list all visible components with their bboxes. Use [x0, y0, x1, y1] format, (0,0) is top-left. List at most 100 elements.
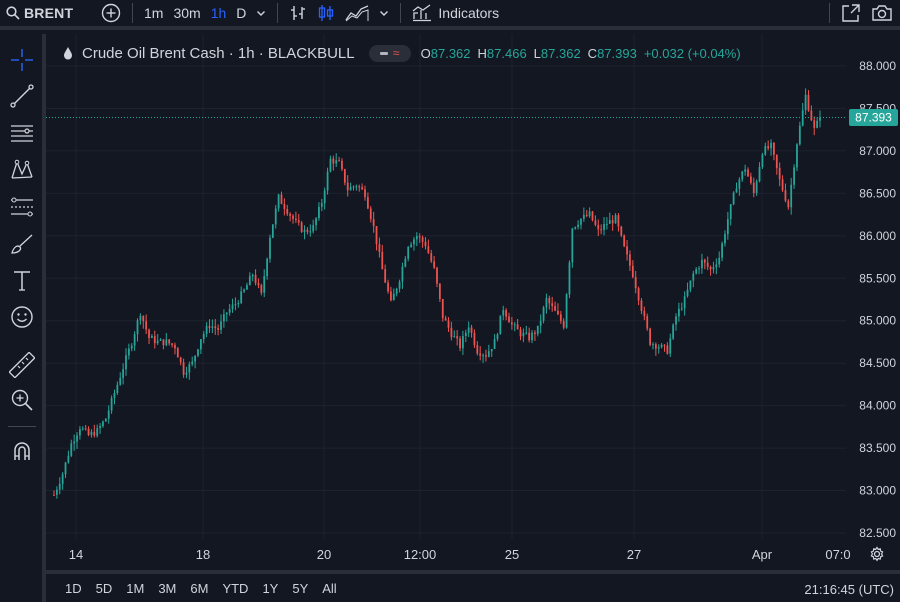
candle-body [453, 336, 456, 338]
y-tick-label: 84.000 [859, 399, 896, 413]
candle-body [165, 339, 168, 346]
range-1y[interactable]: 1Y [255, 581, 285, 596]
candle-body [715, 264, 718, 268]
candle-body [171, 343, 173, 345]
candle-body [358, 186, 361, 188]
candle-body [652, 344, 654, 346]
candle-body [701, 259, 703, 269]
candle-body [476, 345, 479, 354]
candle-body [99, 426, 101, 429]
candle-body [706, 262, 709, 267]
magnet-tool[interactable] [6, 435, 38, 467]
candle-body [784, 190, 787, 201]
pattern-tool[interactable] [6, 154, 38, 186]
forecast-tool[interactable] [6, 191, 38, 223]
utc-clock[interactable]: 21:16:45 (UTC) [804, 582, 894, 597]
x-tick-label: 25 [505, 547, 519, 562]
range-5d[interactable]: 5D [89, 581, 120, 596]
horizontal-lines-tool[interactable] [6, 117, 38, 149]
range-1m[interactable]: 1M [119, 581, 151, 596]
candle-body [758, 166, 761, 182]
time-axis[interactable]: 14 18 20 12:00 25 27 Apr 07:0 [69, 547, 851, 562]
ruler-icon [9, 352, 35, 378]
open-value: 87.362 [430, 45, 471, 61]
candle-style-button[interactable] [312, 0, 340, 26]
candle-body [64, 462, 67, 475]
range-3m[interactable]: 3M [151, 581, 183, 596]
snapshot-button[interactable] [866, 0, 898, 26]
candle-body [585, 214, 588, 216]
area-style-button[interactable] [340, 0, 374, 26]
candle-body [600, 229, 603, 231]
candle-body [755, 181, 758, 194]
candle-body [136, 320, 139, 335]
candle-body [744, 169, 747, 172]
indicators-button[interactable]: Indicators [407, 0, 504, 26]
candle-body [271, 224, 274, 238]
candle-body [130, 345, 133, 349]
change-value: +0.032 (+0.04%) [643, 45, 741, 61]
candle-body [519, 329, 522, 337]
camera-icon [872, 5, 892, 21]
candle-body [93, 431, 96, 436]
candle-body [525, 332, 528, 334]
candle-body [775, 154, 778, 168]
interval-dropdown[interactable] [251, 0, 271, 26]
range-all[interactable]: All [315, 581, 343, 596]
candle-body [188, 364, 191, 373]
range-5y[interactable]: 5Y [285, 581, 315, 596]
candle-body [703, 259, 706, 263]
candle-body [341, 160, 343, 170]
bar-style-button[interactable] [284, 0, 312, 26]
candle-body [709, 266, 712, 270]
crosshair-tool[interactable] [6, 44, 38, 76]
candle-body [280, 194, 283, 204]
zoom-tool[interactable] [6, 384, 38, 416]
candle-body [510, 322, 513, 325]
interval-30m[interactable]: 30m [168, 0, 205, 26]
candle-body [366, 197, 369, 209]
candle-body [721, 243, 723, 258]
fullscreen-button[interactable] [836, 0, 866, 26]
candle-body [479, 353, 482, 356]
candle-body [459, 338, 461, 349]
candle-body [335, 160, 338, 164]
candle-body [816, 120, 819, 128]
candle-body [729, 204, 732, 220]
chart-type-dropdown[interactable] [374, 0, 394, 26]
range-ytd[interactable]: YTD [215, 581, 255, 596]
legend-toggle[interactable]: ≈ [368, 44, 411, 62]
interval-1h[interactable]: 1h [206, 0, 232, 26]
candle-body [194, 355, 196, 362]
emoji-tool[interactable] [6, 301, 38, 333]
candle-body [672, 324, 675, 339]
candle-body [430, 253, 433, 262]
candle-body [444, 318, 447, 321]
range-1d[interactable]: 1D [58, 581, 89, 596]
compare-add-button[interactable] [96, 0, 126, 26]
candle-body [623, 235, 626, 247]
candle-body [139, 316, 142, 321]
axis-settings-button[interactable] [870, 546, 884, 562]
candle-body [364, 189, 366, 198]
candle-body [81, 428, 84, 430]
brush-tool[interactable] [6, 228, 38, 260]
interval-1m[interactable]: 1m [139, 0, 168, 26]
symbol-search[interactable]: BRENT [0, 0, 96, 26]
candle-body [361, 187, 364, 190]
candle-body [410, 244, 412, 248]
low-value: 87.362 [540, 45, 581, 61]
candle-body [286, 208, 289, 214]
chart-legend: Crude Oil Brent Cash · 1h · BLACKBULL ≈ … [62, 43, 748, 63]
candle-body [551, 303, 554, 307]
interval-d[interactable]: D [231, 0, 251, 26]
candle-body [649, 328, 651, 345]
candle-body [297, 220, 300, 223]
range-6m[interactable]: 6M [183, 581, 215, 596]
candle-body [133, 334, 136, 346]
measure-tool[interactable] [6, 349, 38, 381]
trend-line-tool[interactable] [6, 80, 38, 112]
price-chart[interactable]: 88.00087.50087.00086.50086.00085.50085.0… [46, 34, 900, 570]
text-tool[interactable] [6, 265, 38, 297]
price-axis[interactable]: 88.00087.50087.00086.50086.00085.50085.0… [859, 59, 896, 540]
